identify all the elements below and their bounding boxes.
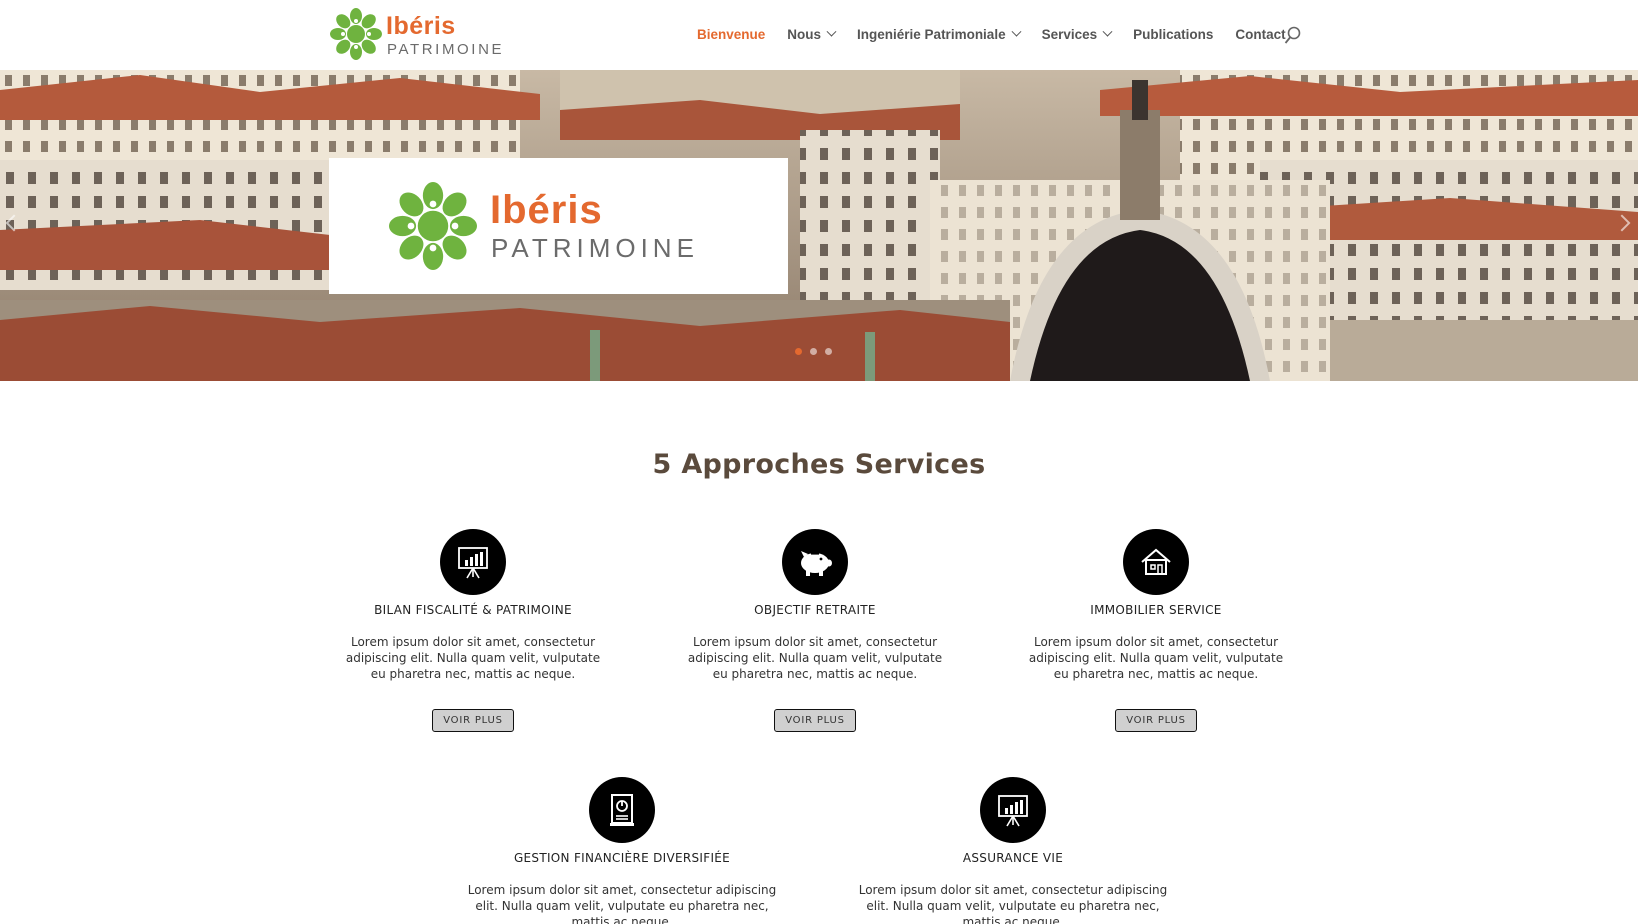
nav-item-contact[interactable]: Contact: [1235, 27, 1285, 42]
nav-label: Bienvenue: [697, 26, 766, 42]
voir-plus-button[interactable]: VOIR PLUS: [432, 709, 514, 732]
nav-item-publications[interactable]: Publications: [1133, 27, 1213, 42]
service-card: GESTION FINANCIÈRE DIVERSIFIÉE Lorem ips…: [466, 777, 778, 924]
hero-logo-card: Ibéris PATRIMOINE: [329, 158, 788, 294]
card-title: OBJECTIF RETRAITE: [754, 603, 876, 617]
search-icon[interactable]: [1284, 26, 1301, 46]
flower-logo-icon: [330, 8, 382, 60]
house-icon: [1123, 529, 1189, 595]
chevron-down-icon: [1011, 26, 1022, 37]
slider-dot[interactable]: [825, 348, 832, 355]
report-document-icon: [589, 777, 655, 843]
nav-label: Publications: [1133, 26, 1214, 42]
card-title: IMMOBILIER SERVICE: [1090, 603, 1222, 617]
logo-subtitle: PATRIMOINE: [387, 41, 505, 58]
chevron-down-icon: [826, 26, 837, 37]
voir-plus-button[interactable]: VOIR PLUS: [774, 709, 856, 732]
nav-item-bienvenue[interactable]: Bienvenue: [697, 27, 765, 42]
logo-brand: Ibéris: [386, 12, 456, 40]
card-title: ASSURANCE VIE: [962, 851, 1064, 865]
city-background-image: [0, 70, 1638, 381]
nav-item-services[interactable]: Services: [1041, 26, 1113, 42]
nav-label: Contact: [1235, 26, 1286, 42]
hero-brand: Ibéris: [490, 188, 603, 232]
card-title: BILAN FISCALITÉ & PATRIMOINE: [374, 603, 572, 617]
chevron-down-icon: [1102, 26, 1113, 37]
presentation-chart-icon: [980, 777, 1046, 843]
nav-label: Nous: [787, 26, 822, 42]
card-description: Lorem ipsum dolor sit amet, consectetur …: [1028, 635, 1284, 681]
nav-item-nous[interactable]: Nous: [787, 26, 837, 42]
piggy-bank-icon: [782, 529, 848, 595]
nav-label: Ingeniérie Patrimoniale: [857, 26, 1006, 42]
service-card: BILAN FISCALITÉ & PATRIMOINE Lorem ipsum…: [339, 529, 607, 732]
card-description: Lorem ipsum dolor sit amet, consectetur …: [858, 883, 1168, 924]
slider-dot[interactable]: [795, 348, 802, 355]
nav-label: Services: [1041, 26, 1098, 42]
hero-subtitle: PATRIMOINE: [491, 233, 699, 263]
site-logo[interactable]: Ibéris PATRIMOINE: [330, 8, 515, 62]
card-description: Lorem ipsum dolor sit amet, consectetur …: [345, 635, 601, 681]
slider-dots: [795, 348, 832, 355]
nav-item-ingenierie-patrimoniale[interactable]: Ingeniérie Patrimoniale: [857, 26, 1022, 42]
site-header: Ibéris PATRIMOINE Bienvenue Nous Ingenié…: [0, 0, 1638, 70]
service-card: IMMOBILIER SERVICE Lorem ipsum dolor sit…: [1022, 529, 1290, 732]
card-description: Lorem ipsum dolor sit amet, consectetur …: [467, 883, 777, 924]
card-description: Lorem ipsum dolor sit amet, consectetur …: [687, 635, 943, 681]
slider-dot[interactable]: [810, 348, 817, 355]
voir-plus-button[interactable]: VOIR PLUS: [1115, 709, 1197, 732]
service-card: ASSURANCE VIE Lorem ipsum dolor sit amet…: [857, 777, 1169, 924]
presentation-chart-icon: [440, 529, 506, 595]
flower-logo-icon: [389, 182, 477, 270]
section-title: 5 Approches Services: [652, 449, 986, 480]
service-card: OBJECTIF RETRAITE Lorem ipsum dolor sit …: [681, 529, 949, 732]
hero-slider: Ibéris PATRIMOINE: [0, 70, 1638, 381]
main-nav: Bienvenue Nous Ingeniérie Patrimoniale S…: [697, 24, 1308, 44]
card-title: GESTION FINANCIÈRE DIVERSIFIÉE: [513, 851, 731, 865]
